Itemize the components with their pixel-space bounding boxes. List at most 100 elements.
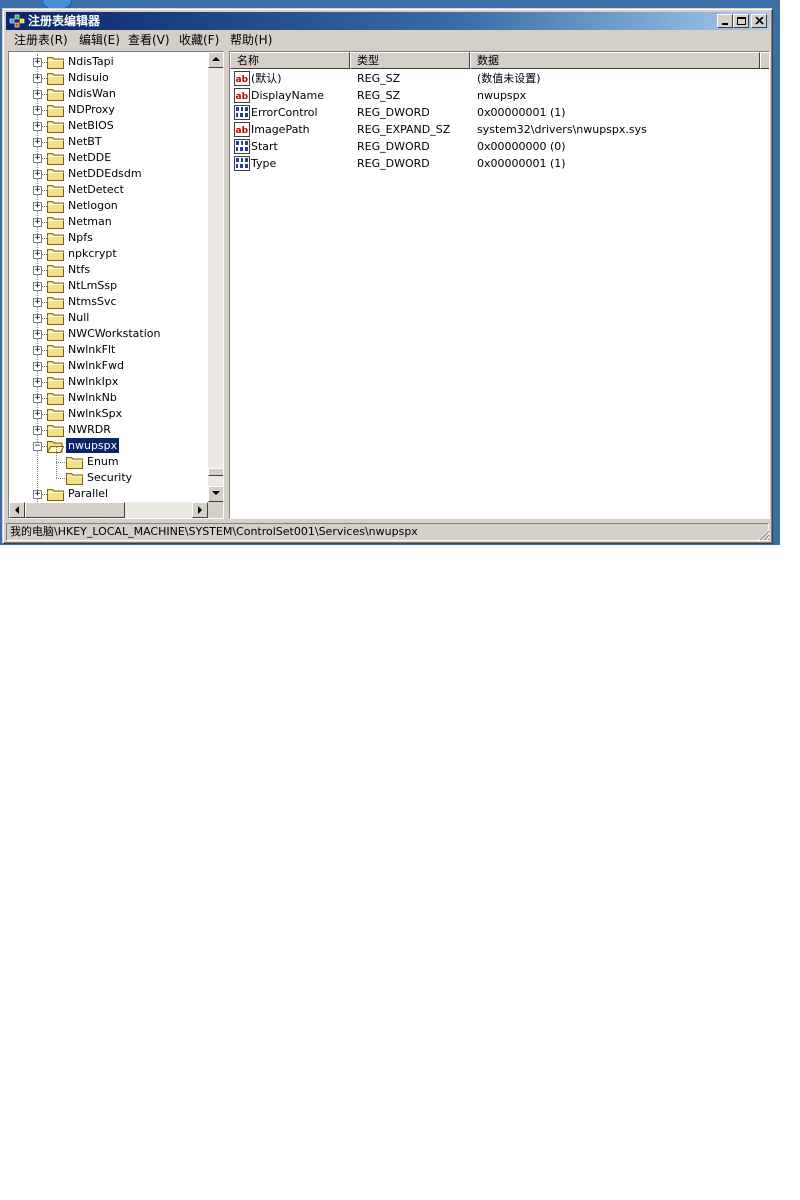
tree-key-item[interactable]: + Npfs — [9, 230, 207, 246]
tree-key-item[interactable]: + Netlogon — [9, 198, 207, 214]
tree-key-item[interactable]: + NdisWan — [9, 86, 207, 102]
expand-icon[interactable]: + — [33, 282, 42, 291]
value-row[interactable]: ab ImagePath REG_EXPAND_SZ system32\drivers… — [230, 121, 769, 138]
folder-icon — [47, 247, 64, 261]
expand-icon[interactable]: + — [33, 202, 42, 211]
folder-icon — [47, 407, 64, 421]
value-name: ImagePath — [251, 123, 310, 136]
column-header-data[interactable]: 数据 — [470, 52, 760, 69]
column-header-type[interactable]: 类型 — [350, 52, 470, 69]
tree-key-item[interactable]: + NtLmSsp — [9, 278, 207, 294]
expand-icon[interactable]: + — [33, 74, 42, 83]
tree-key-item[interactable]: + NwlnkNb — [9, 390, 207, 406]
tree-vertical-scroll-thumb[interactable] — [208, 468, 223, 476]
menu-help[interactable]: 帮助(H) — [228, 33, 274, 48]
expand-icon[interactable]: + — [33, 346, 42, 355]
column-header-name[interactable]: 名称 — [230, 52, 350, 69]
tree-key-item[interactable]: + NetBT — [9, 134, 207, 150]
scroll-up-button[interactable] — [208, 52, 223, 68]
binary-value-icon — [234, 139, 250, 154]
expand-icon[interactable]: + — [33, 250, 42, 259]
tree-key-item[interactable]: + NDProxy — [9, 102, 207, 118]
expand-icon[interactable]: + — [33, 154, 42, 163]
scroll-down-button[interactable] — [208, 486, 223, 502]
tree-vertical-scrollbar[interactable] — [208, 52, 223, 502]
tree-key-item[interactable]: + Ndisuio — [9, 70, 207, 86]
tree-key-item[interactable]: + NWCWorkstation — [9, 326, 207, 342]
tree-key-item[interactable]: + Netman — [9, 214, 207, 230]
expand-icon[interactable]: + — [33, 314, 42, 323]
menu-favorites[interactable]: 收藏(F) — [177, 33, 221, 48]
menu-registry[interactable]: 注册表(R) — [12, 33, 70, 48]
tree-key-item[interactable]: + npkcrypt — [9, 246, 207, 262]
tree-key-item[interactable]: + NWRDR — [9, 422, 207, 438]
expand-icon[interactable]: + — [33, 218, 42, 227]
expand-icon[interactable]: + — [33, 330, 42, 339]
expand-icon[interactable]: + — [33, 266, 42, 275]
scroll-right-button[interactable] — [192, 502, 208, 518]
tree-item-label: NdisWan — [68, 87, 116, 100]
values-list-pane[interactable]: 名称 类型 数据 ab (默认) REG_SZ (数值未设置) ab DisplayNam… — [229, 51, 770, 519]
value-row[interactable]: Start REG_DWORD 0x00000000 (0) — [230, 138, 769, 155]
tree-key-item[interactable]: + NetBIOS — [9, 118, 207, 134]
tree-horizontal-scroll-thumb[interactable] — [25, 502, 125, 518]
expand-icon[interactable]: + — [33, 426, 42, 435]
menu-bar: 注册表(R) 编辑(E) 查看(V) 收藏(F) 帮助(H) — [6, 31, 769, 50]
expand-icon[interactable]: + — [33, 410, 42, 419]
folder-icon — [47, 231, 64, 245]
value-row[interactable]: ErrorControl REG_DWORD 0x00000001 (1) — [230, 104, 769, 121]
key-tree-pane[interactable]: + NdisTapi + Ndisuio + NdisWan + NDProxy + NetBIO… — [8, 51, 224, 519]
tree-item-label: Null — [68, 311, 90, 324]
expand-icon[interactable]: + — [33, 170, 42, 179]
tree-key-item[interactable]: + NetDDEdsdm — [9, 166, 207, 182]
tree-item-label: Netlogon — [68, 199, 118, 212]
value-data: 0x00000001 (1) — [477, 157, 566, 170]
expand-icon[interactable]: + — [33, 490, 42, 499]
expand-icon[interactable]: + — [33, 106, 42, 115]
value-row[interactable]: Type REG_DWORD 0x00000001 (1) — [230, 155, 769, 172]
expand-icon[interactable]: + — [33, 394, 42, 403]
arrow-up-icon — [212, 57, 220, 61]
title-bar[interactable]: 注册表编辑器 — [6, 12, 769, 30]
menu-edit[interactable]: 编辑(E) — [77, 33, 122, 48]
expand-icon[interactable]: + — [33, 298, 42, 307]
minimize-button[interactable] — [717, 14, 733, 28]
tree-key-item[interactable]: + NetDetect — [9, 182, 207, 198]
expand-icon[interactable]: + — [33, 138, 42, 147]
value-row[interactable]: ab DisplayName REG_SZ nwupspx — [230, 87, 769, 104]
tree-key-item[interactable]: + NetDDE — [9, 150, 207, 166]
expand-icon[interactable]: + — [33, 122, 42, 131]
value-data: system32\drivers\nwupspx.sys — [477, 123, 647, 136]
expand-icon[interactable]: + — [33, 186, 42, 195]
resize-grip-icon[interactable] — [758, 529, 770, 541]
status-bar: 我的电脑\HKEY_LOCAL_MACHINE\SYSTEM\ControlSe… — [6, 523, 769, 541]
tree-key-item[interactable]: + NwlnkFlt — [9, 342, 207, 358]
collapse-icon[interactable]: − — [33, 442, 42, 451]
expand-icon[interactable]: + — [33, 234, 42, 243]
expand-icon[interactable]: + — [33, 90, 42, 99]
tree-key-item[interactable]: + NwlnkSpx — [9, 406, 207, 422]
arrow-left-icon — [15, 506, 19, 514]
tree-key-item[interactable]: + Parallel — [9, 486, 207, 502]
tree-key-item[interactable]: + NwlnkIpx — [9, 374, 207, 390]
tree-item-label: NdisTapi — [68, 55, 114, 68]
svg-text:ab: ab — [236, 75, 249, 85]
tree-key-item[interactable]: + NdisTapi — [9, 54, 207, 70]
value-name: (默认) — [251, 72, 282, 85]
tree-subkey-item[interactable]: Enum — [9, 446, 207, 470]
tree-key-item[interactable]: − nwupspx — [9, 437, 207, 454]
expand-icon[interactable]: + — [33, 58, 42, 67]
tree-key-item[interactable]: + NtmsSvc — [9, 294, 207, 310]
expand-icon[interactable]: + — [33, 362, 42, 371]
maximize-button[interactable] — [733, 14, 749, 28]
tree-key-item[interactable]: + Ntfs — [9, 262, 207, 278]
close-button[interactable] — [751, 14, 767, 28]
menu-view[interactable]: 查看(V) — [126, 33, 172, 48]
tree-subkey-item[interactable]: Security — [9, 462, 207, 486]
tree-key-item[interactable]: + NwlnkFwd — [9, 358, 207, 374]
value-row[interactable]: ab (默认) REG_SZ (数值未设置) — [230, 70, 769, 87]
scroll-left-button[interactable] — [9, 502, 25, 518]
tree-guide-line — [56, 462, 57, 478]
tree-key-item[interactable]: + Null — [9, 310, 207, 326]
expand-icon[interactable]: + — [33, 378, 42, 387]
